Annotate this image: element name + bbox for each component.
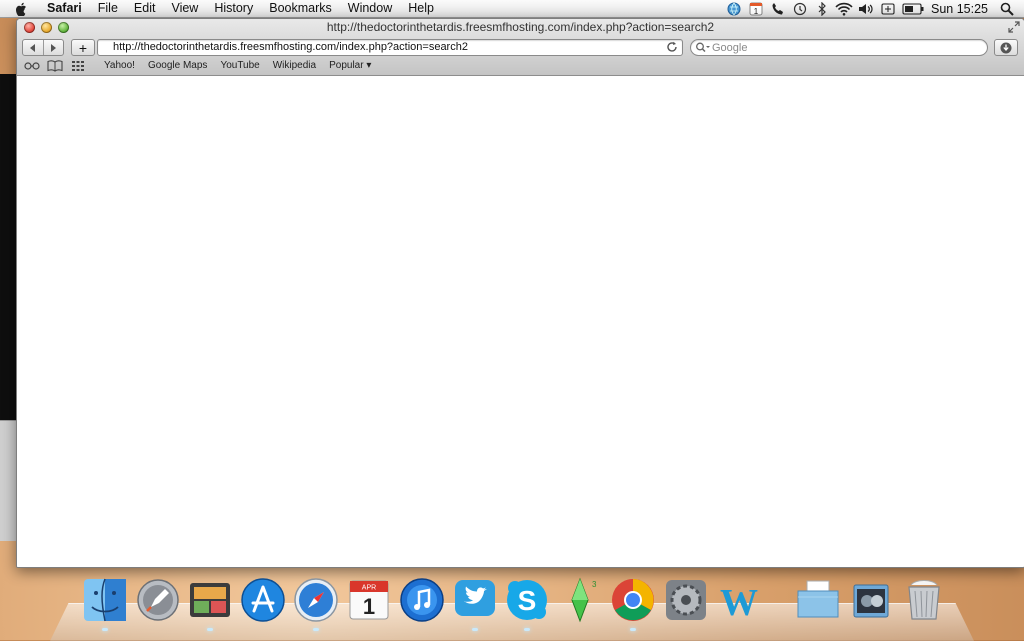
running-indicator	[524, 628, 530, 631]
menu-bar: Safari File Edit View History Bookmarks …	[0, 0, 1024, 18]
calendar-day: 1	[363, 594, 375, 619]
svg-text:W: W	[720, 582, 758, 623]
bookmark-wikipedia[interactable]: Wikipedia	[273, 60, 316, 71]
time-machine-icon[interactable]	[789, 0, 811, 17]
forward-arrow-icon	[51, 43, 57, 52]
dock-wordpress-icon[interactable]: W	[716, 577, 762, 624]
menu-clock[interactable]: Sun 15:25	[927, 2, 996, 16]
calendar-badge-icon[interactable]: 1	[745, 0, 767, 17]
menu-app-safari[interactable]: Safari	[39, 0, 90, 17]
running-indicator	[207, 628, 213, 631]
window-title: http://thedoctorinthetardis.freesmfhosti…	[326, 20, 715, 34]
back-forward-group	[22, 39, 64, 56]
url-text[interactable]: http://thedoctorinthetardis.freesmfhosti…	[113, 41, 468, 54]
address-bar[interactable]: http://thedoctorinthetardis.freesmfhosti…	[97, 39, 683, 56]
running-indicator	[313, 628, 319, 631]
dock-chrome-icon[interactable]	[610, 577, 656, 623]
menu-help[interactable]: Help	[400, 0, 442, 17]
bookmarks-book-icon[interactable]	[47, 59, 63, 72]
running-indicator	[102, 628, 108, 631]
dock-trash-icon[interactable]	[901, 577, 947, 623]
reload-icon[interactable]	[666, 41, 678, 53]
search-icon[interactable]	[695, 41, 711, 54]
dock-system-preferences-icon[interactable]	[663, 577, 709, 623]
dock-downloads-stack-icon[interactable]	[848, 577, 894, 623]
dock-itunes-icon[interactable]	[399, 577, 445, 623]
dock-calendar-icon[interactable]: APR 1	[346, 577, 392, 623]
forward-button[interactable]	[42, 40, 64, 55]
safari-window: http://thedoctorinthetardis.freesmfhosti…	[16, 18, 1024, 568]
dock-app-store-icon[interactable]	[240, 577, 286, 623]
calendar-month: APR	[362, 585, 376, 592]
sims-badge: 3	[592, 580, 597, 589]
page-content[interactable]	[17, 76, 1024, 567]
reading-list-icon[interactable]	[24, 60, 40, 72]
search-input[interactable]	[712, 40, 977, 55]
dock-safari-icon[interactable]	[293, 577, 339, 623]
calendar-badge-count: 1	[754, 7, 759, 16]
safari-toolbar: http://thedoctorinthetardis.freesmfhosti…	[17, 19, 1024, 76]
dock-finder-icon[interactable]	[82, 577, 128, 623]
bookmarks-bar: Yahoo! Google Maps YouTube Wikipedia Pop…	[17, 57, 1024, 74]
dock-photo-booth-icon[interactable]	[187, 577, 233, 623]
menu-file[interactable]: File	[90, 0, 126, 17]
phone-icon[interactable]	[767, 0, 789, 17]
status-globe-icon[interactable]	[723, 0, 745, 17]
svg-text:S: S	[518, 585, 537, 616]
bookmark-google-maps[interactable]: Google Maps	[148, 60, 207, 71]
spotlight-icon[interactable]	[996, 0, 1018, 17]
add-bookmark-button[interactable]: +	[71, 39, 95, 56]
volume-icon[interactable]	[855, 0, 877, 17]
keyboard-icon[interactable]	[877, 0, 899, 17]
bookmark-popular-menu[interactable]: Popular ▾	[329, 60, 371, 71]
back-button[interactable]	[23, 40, 43, 55]
search-field[interactable]	[690, 39, 988, 56]
back-arrow-icon	[29, 43, 35, 52]
dock-sims-icon[interactable]: 3	[557, 577, 603, 623]
download-icon	[1000, 42, 1012, 53]
running-indicator	[472, 628, 478, 631]
dock: APR 1 S 3 W	[0, 573, 1024, 640]
menu-window[interactable]: Window	[340, 0, 400, 17]
dock-skype-icon[interactable]: S	[504, 577, 550, 623]
battery-icon[interactable]	[899, 0, 927, 17]
menu-bookmarks[interactable]: Bookmarks	[261, 0, 340, 17]
bookmark-yahoo[interactable]: Yahoo!	[104, 60, 135, 71]
downloads-button[interactable]	[994, 39, 1018, 56]
running-indicator	[630, 628, 636, 631]
background-window-dark[interactable]	[0, 74, 17, 420]
background-window-gray[interactable]	[0, 420, 17, 541]
dock-launchpad-icon[interactable]	[135, 577, 181, 623]
dock-twitter-icon[interactable]	[452, 577, 498, 623]
apple-menu-icon[interactable]	[15, 2, 31, 16]
menu-history[interactable]: History	[206, 0, 261, 17]
bookmark-youtube[interactable]: YouTube	[220, 60, 259, 71]
bluetooth-icon[interactable]	[811, 0, 833, 17]
menu-edit[interactable]: Edit	[126, 0, 164, 17]
status-area: 1 Sun 15:25	[723, 0, 1024, 17]
dock-documents-stack-icon[interactable]	[795, 577, 841, 623]
top-sites-grid-icon[interactable]	[70, 60, 86, 72]
wifi-icon[interactable]	[833, 0, 855, 17]
menu-view[interactable]: View	[163, 0, 206, 17]
fullscreen-icon[interactable]	[1008, 21, 1020, 33]
